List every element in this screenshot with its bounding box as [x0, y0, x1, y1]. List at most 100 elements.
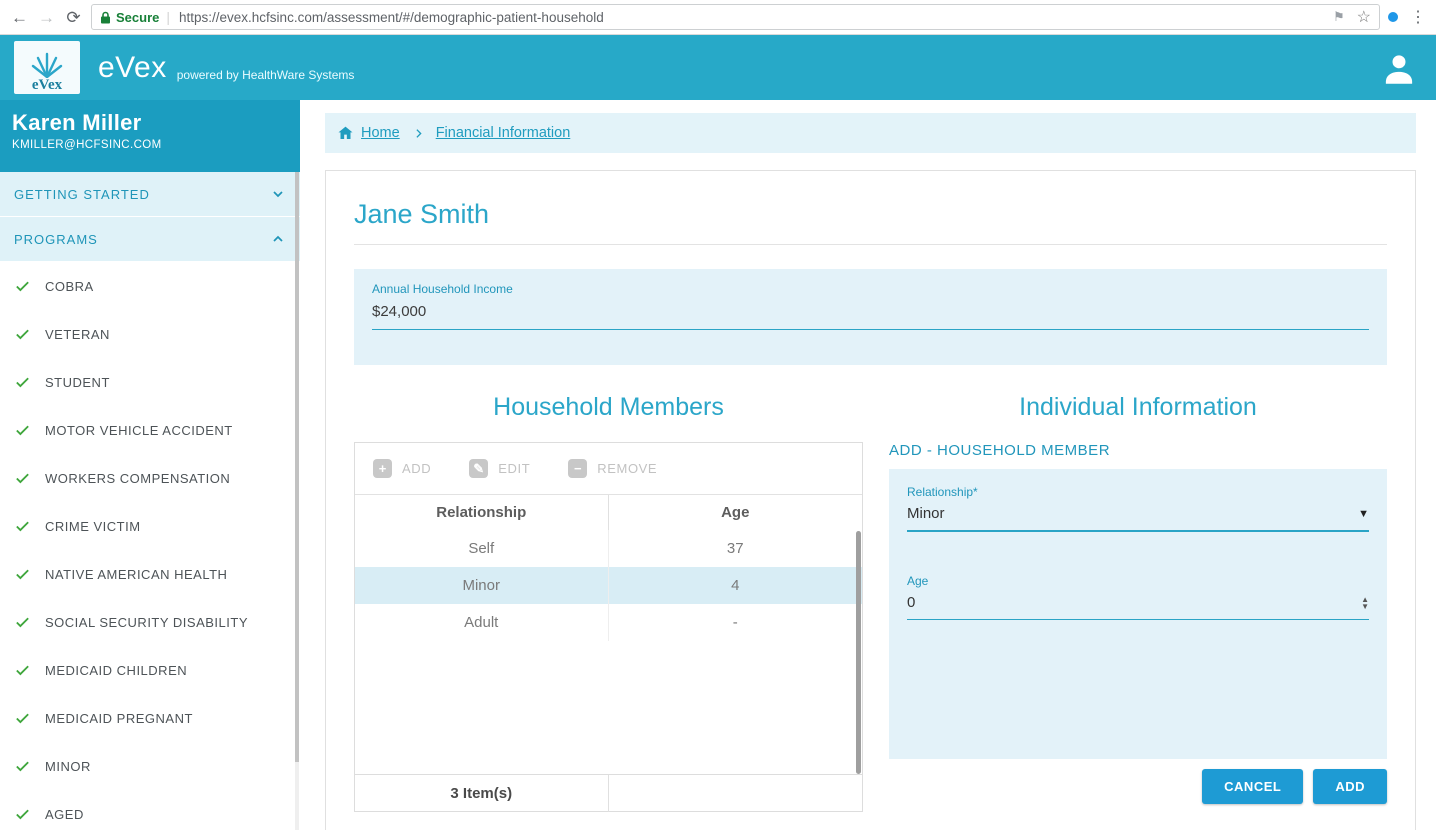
sidebar-section-programs[interactable]: PROGRAMS — [0, 217, 300, 262]
age-label: Age — [907, 574, 1369, 588]
sidebar-scrollbar-thumb[interactable] — [295, 172, 299, 762]
check-icon — [14, 374, 31, 391]
table-body: Self 37 Minor 4 Adult - — [355, 530, 862, 774]
address-bar[interactable]: Secure | https://evex.hcfsinc.com/assess… — [91, 4, 1380, 30]
relationship-select[interactable]: Minor ▼ — [907, 505, 1369, 532]
main-content: Home Financial Information Jane Smith An… — [300, 100, 1436, 830]
breadcrumb-current-link[interactable]: Financial Information — [436, 125, 571, 141]
household-members-table: + ADD ✎ EDIT − REMOVE Relation — [354, 442, 863, 812]
page-action-icon[interactable]: ⚑ — [1333, 9, 1345, 25]
add-member-form: Relationship* Minor ▼ Age 0 ▲ ▼ — [889, 469, 1387, 759]
check-icon — [14, 566, 31, 583]
bookmark-star-icon[interactable]: ☆ — [1357, 7, 1371, 27]
secure-label: Secure — [116, 10, 159, 25]
add-button[interactable]: ADD — [1313, 769, 1387, 804]
sidebar-item-label: NATIVE AMERICAN HEALTH — [45, 567, 227, 582]
cancel-button[interactable]: CANCEL — [1202, 769, 1303, 804]
logo-text: eVex — [32, 78, 62, 92]
logo-plant-icon — [30, 48, 64, 78]
household-members-section: Household Members + ADD ✎ EDIT − — [354, 393, 863, 812]
sidebar-item-label: STUDENT — [45, 375, 110, 390]
browser-profile-icon[interactable] — [1388, 12, 1398, 22]
edit-member-button[interactable]: ✎ EDIT — [469, 459, 530, 478]
sidebar-item-veteran[interactable]: VETERAN — [0, 310, 300, 358]
sidebar-item-label: SOCIAL SECURITY DISABILITY — [45, 615, 248, 630]
income-input[interactable]: $24,000 — [372, 303, 1369, 330]
user-email: KMILLER@HCFSINC.COM — [12, 139, 300, 151]
powered-by-text: powered by HealthWare Systems — [177, 68, 355, 82]
sidebar-item-aged[interactable]: AGED — [0, 790, 300, 830]
divider — [354, 244, 1387, 245]
sidebar-item-crime-victim[interactable]: CRIME VICTIM — [0, 502, 300, 550]
url-text[interactable]: https://evex.hcfsinc.com/assessment/#/de… — [179, 10, 1325, 25]
sidebar-item-label: WORKERS COMPENSATION — [45, 471, 230, 486]
dropdown-caret-icon[interactable]: ▼ — [1358, 508, 1369, 520]
check-icon — [14, 518, 31, 535]
table-row[interactable]: Adult - — [355, 604, 862, 641]
check-icon — [14, 614, 31, 631]
sidebar-item-label: MINOR — [45, 759, 91, 774]
page-title: Jane Smith — [354, 199, 1387, 230]
browser-toolbar: ← → ⟳ Secure | https://evex.hcfsinc.com/… — [0, 0, 1436, 35]
browser-menu-icon[interactable]: ⋮ — [1410, 7, 1426, 27]
sidebar-item-label: COBRA — [45, 279, 94, 294]
sidebar-item-label: VETERAN — [45, 327, 110, 342]
individual-information-section: Individual Information ADD - HOUSEHOLD M… — [889, 393, 1387, 812]
number-stepper-icon[interactable]: ▲ ▼ — [1361, 596, 1369, 610]
add-household-member-subtitle: ADD - HOUSEHOLD MEMBER — [889, 442, 1387, 459]
sidebar-item-medicaid-children[interactable]: MEDICAID CHILDREN — [0, 646, 300, 694]
brand-title: eVex — [98, 51, 167, 85]
sidebar-item-student[interactable]: STUDENT — [0, 358, 300, 406]
sidebar-item-medicaid-pregnant[interactable]: MEDICAID PREGNANT — [0, 694, 300, 742]
relationship-label: Relationship* — [907, 485, 1369, 499]
table-row[interactable]: Self 37 — [355, 530, 862, 567]
column-header-relationship: Relationship — [355, 495, 609, 530]
minus-icon: − — [568, 459, 587, 478]
chevron-down-icon — [270, 186, 286, 202]
income-panel: Annual Household Income $24,000 — [354, 269, 1387, 365]
sidebar-item-label: MOTOR VEHICLE ACCIDENT — [45, 423, 233, 438]
forward-icon[interactable]: → — [33, 1, 60, 34]
age-field: Age 0 ▲ ▼ — [907, 574, 1369, 620]
check-icon — [14, 758, 31, 775]
form-actions: CANCEL ADD — [889, 769, 1387, 804]
item-count: 3 Item(s) — [355, 775, 609, 812]
check-icon — [14, 662, 31, 679]
table-scrollbar-thumb[interactable] — [856, 531, 861, 774]
pencil-icon: ✎ — [469, 459, 488, 478]
refresh-icon[interactable]: ⟳ — [60, 1, 87, 34]
chevron-up-icon — [270, 231, 286, 247]
age-input[interactable]: 0 ▲ ▼ — [907, 594, 1369, 620]
sidebar-item-workers-compensation[interactable]: WORKERS COMPENSATION — [0, 454, 300, 502]
household-members-title: Household Members — [354, 393, 863, 422]
sidebar-item-social-security-disability[interactable]: SOCIAL SECURITY DISABILITY — [0, 598, 300, 646]
back-icon[interactable]: ← — [6, 1, 33, 34]
income-label: Annual Household Income — [372, 282, 1369, 296]
sidebar-item-motor-vehicle-accident[interactable]: MOTOR VEHICLE ACCIDENT — [0, 406, 300, 454]
assessment-card: Jane Smith Annual Household Income $24,0… — [325, 170, 1416, 830]
individual-information-title: Individual Information — [889, 393, 1387, 422]
remove-member-button[interactable]: − REMOVE — [568, 459, 657, 478]
breadcrumb-home-link[interactable]: Home — [361, 125, 400, 141]
table-toolbar: + ADD ✎ EDIT − REMOVE — [355, 443, 862, 495]
sidebar-item-label: AGED — [45, 807, 84, 822]
chevron-right-icon — [412, 127, 425, 140]
sidebar-item-minor[interactable]: MINOR — [0, 742, 300, 790]
sidebar-item-label: MEDICAID CHILDREN — [45, 663, 187, 678]
check-icon — [14, 470, 31, 487]
evex-logo: eVex — [14, 41, 80, 94]
check-icon — [14, 326, 31, 343]
table-row-selected[interactable]: Minor 4 — [355, 567, 862, 604]
column-header-age: Age — [609, 495, 863, 530]
breadcrumb: Home Financial Information — [325, 113, 1416, 153]
sidebar-item-cobra[interactable]: COBRA — [0, 262, 300, 310]
check-icon — [14, 422, 31, 439]
sidebar-section-getting-started[interactable]: GETTING STARTED — [0, 172, 300, 217]
check-icon — [14, 806, 31, 823]
sidebar-item-native-american-health[interactable]: NATIVE AMERICAN HEALTH — [0, 550, 300, 598]
app-header: eVex eVex powered by HealthWare Systems — [0, 35, 1436, 100]
user-account-icon[interactable] — [1380, 51, 1418, 85]
home-icon[interactable] — [337, 125, 354, 141]
add-member-button[interactable]: + ADD — [373, 459, 431, 478]
sidebar-item-label: MEDICAID PREGNANT — [45, 711, 193, 726]
